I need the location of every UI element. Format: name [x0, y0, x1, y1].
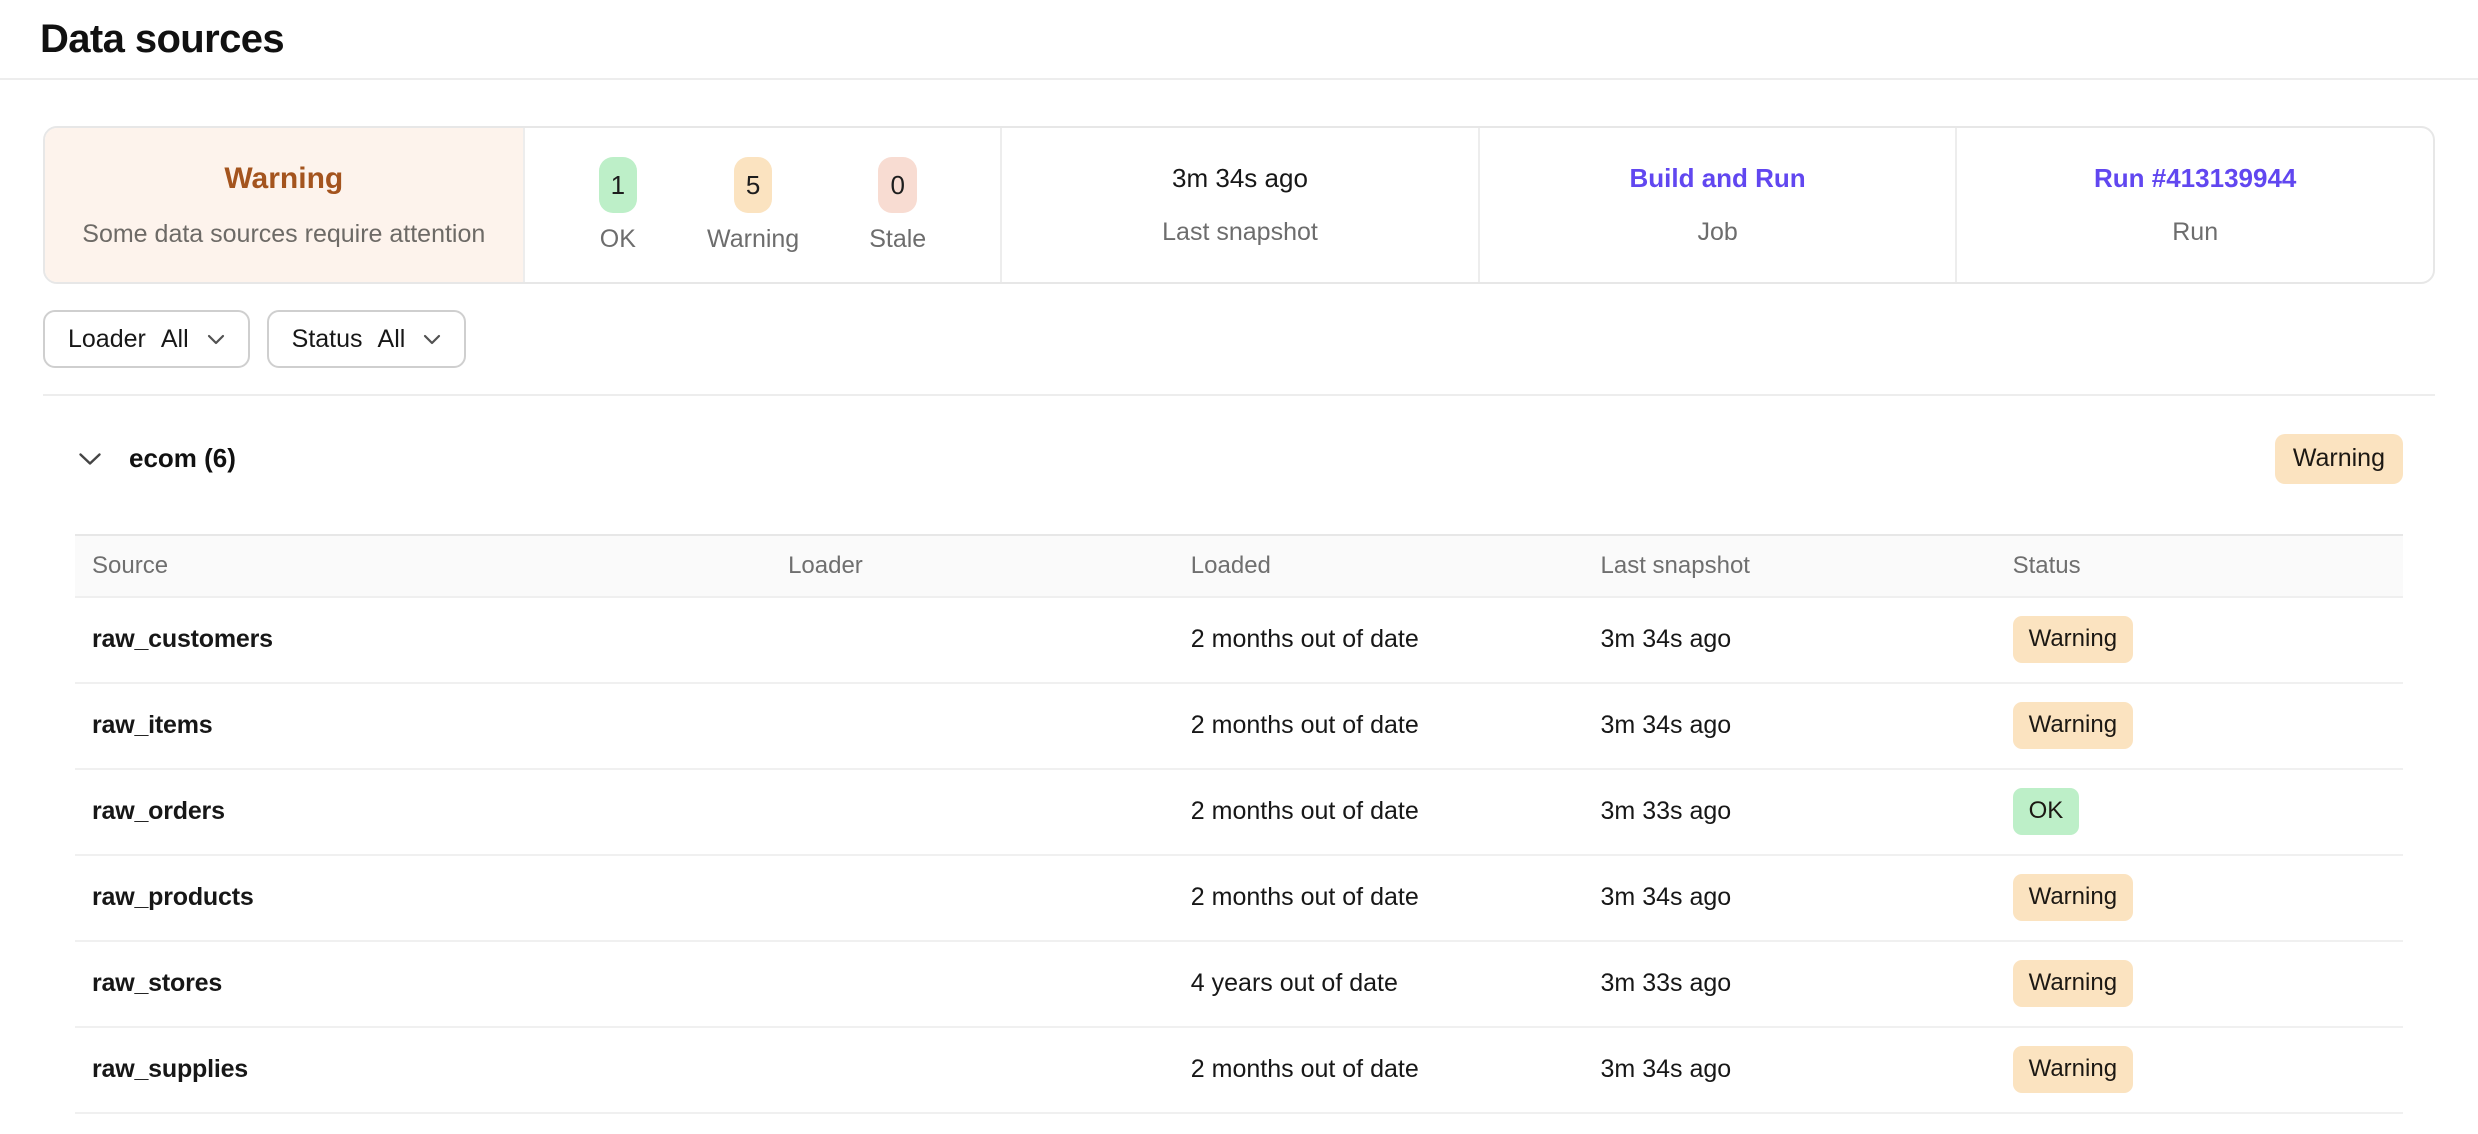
status-filter-label: Status: [292, 325, 363, 354]
last-snapshot-value: 3m 34s ago: [1172, 163, 1308, 194]
summary-cards: Warning Some data sources require attent…: [43, 126, 2435, 284]
overall-status-title: Warning: [224, 162, 343, 196]
loaded-cell: 2 months out of date: [1174, 769, 1584, 855]
run-card: Run #413139944 Run: [1955, 128, 2433, 282]
column-header-status: Status: [1996, 535, 2403, 597]
job-label: Job: [1697, 218, 1737, 247]
status-badge: Warning: [2013, 960, 2133, 1006]
snapshot-cell: 3m 34s ago: [1584, 683, 1996, 769]
group-status-badge: Warning: [2275, 434, 2403, 484]
count-stale: 0 Stale: [869, 157, 926, 254]
column-header-loader: Loader: [771, 535, 1174, 597]
main-content: Warning Some data sources require attent…: [0, 126, 2478, 1114]
status-cell: Warning: [1996, 597, 2403, 683]
loader-cell: [771, 769, 1174, 855]
stale-count-label: Stale: [869, 225, 926, 254]
filters-bar: Loader All Status All: [43, 310, 2435, 368]
status-badge: Warning: [2013, 702, 2133, 748]
table-row[interactable]: raw_items 2 months out of date 3m 34s ag…: [75, 683, 2403, 769]
status-filter-dropdown[interactable]: Status All: [267, 310, 467, 368]
snapshot-cell: 3m 33s ago: [1584, 941, 1996, 1027]
page-title: Data sources: [40, 17, 284, 62]
source-cell: raw_orders: [75, 769, 771, 855]
job-card: Build and Run Job: [1478, 128, 1956, 282]
loaded-cell: 2 months out of date: [1174, 1027, 1584, 1113]
column-header-loaded: Loaded: [1174, 535, 1584, 597]
run-label: Run: [2172, 218, 2218, 247]
column-header-last-snapshot: Last snapshot: [1584, 535, 1996, 597]
column-header-source: Source: [75, 535, 771, 597]
source-cell: raw_stores: [75, 941, 771, 1027]
section-divider: [43, 394, 2435, 396]
count-ok: 1 OK: [599, 157, 637, 254]
status-filter-value: All: [378, 325, 406, 354]
sources-table: Source Loader Loaded Last snapshot Statu…: [75, 534, 2403, 1114]
group-ecom: ecom (6) Warning Source Loader Loaded La…: [75, 434, 2403, 1114]
chevron-down-icon: [207, 334, 225, 345]
snapshot-cell: 3m 34s ago: [1584, 597, 1996, 683]
status-cell: Warning: [1996, 1027, 2403, 1113]
status-cell: OK: [1996, 769, 2403, 855]
status-cell: Warning: [1996, 855, 2403, 941]
loader-filter-value: All: [161, 325, 189, 354]
source-cell: raw_products: [75, 855, 771, 941]
overall-status-card: Warning Some data sources require attent…: [45, 128, 523, 282]
table-row[interactable]: raw_orders 2 months out of date 3m 33s a…: [75, 769, 2403, 855]
snapshot-cell: 3m 34s ago: [1584, 855, 1996, 941]
loader-cell: [771, 597, 1174, 683]
snapshot-cell: 3m 33s ago: [1584, 769, 1996, 855]
table-row[interactable]: raw_products 2 months out of date 3m 34s…: [75, 855, 2403, 941]
status-counts: 1 OK 5 Warning 0 Stale: [599, 157, 927, 254]
chevron-down-icon: [423, 334, 441, 345]
count-warning: 5 Warning: [707, 157, 799, 254]
overall-status-subtitle: Some data sources require attention: [82, 220, 485, 249]
source-cell: raw_supplies: [75, 1027, 771, 1113]
table-row[interactable]: raw_stores 4 years out of date 3m 33s ag…: [75, 941, 2403, 1027]
loaded-cell: 4 years out of date: [1174, 941, 1584, 1027]
group-name: ecom (6): [129, 443, 236, 474]
ok-count-pill: 1: [599, 157, 637, 213]
status-cell: Warning: [1996, 941, 2403, 1027]
loaded-cell: 2 months out of date: [1174, 597, 1584, 683]
source-cell: raw_customers: [75, 597, 771, 683]
status-cell: Warning: [1996, 683, 2403, 769]
page-header: Data sources: [0, 0, 2478, 80]
status-counts-card: 1 OK 5 Warning 0 Stale: [523, 128, 1001, 282]
table-header: Source Loader Loaded Last snapshot Statu…: [75, 535, 2403, 597]
loader-filter-dropdown[interactable]: Loader All: [43, 310, 250, 368]
status-badge: Warning: [2013, 874, 2133, 920]
last-snapshot-card: 3m 34s ago Last snapshot: [1000, 128, 1478, 282]
loader-cell: [771, 1027, 1174, 1113]
stale-count-pill: 0: [878, 157, 916, 213]
loaded-cell: 2 months out of date: [1174, 683, 1584, 769]
ok-count-label: OK: [600, 225, 636, 254]
loader-filter-label: Loader: [68, 325, 146, 354]
snapshot-cell: 3m 34s ago: [1584, 1027, 1996, 1113]
source-cell: raw_items: [75, 683, 771, 769]
chevron-down-icon: [78, 452, 102, 466]
loader-cell: [771, 855, 1174, 941]
loader-cell: [771, 941, 1174, 1027]
table-row[interactable]: raw_supplies 2 months out of date 3m 34s…: [75, 1027, 2403, 1113]
table-row[interactable]: raw_customers 2 months out of date 3m 34…: [75, 597, 2403, 683]
status-badge: Warning: [2013, 616, 2133, 662]
status-badge: Warning: [2013, 1046, 2133, 1092]
status-badge: OK: [2013, 788, 2080, 834]
warning-count-label: Warning: [707, 225, 799, 254]
loaded-cell: 2 months out of date: [1174, 855, 1584, 941]
loader-cell: [771, 683, 1174, 769]
table-body: raw_customers 2 months out of date 3m 34…: [75, 597, 2403, 1113]
run-link[interactable]: Run #413139944: [2094, 163, 2296, 194]
group-ecom-header[interactable]: ecom (6) Warning: [75, 434, 2403, 484]
warning-count-pill: 5: [734, 157, 772, 213]
last-snapshot-label: Last snapshot: [1162, 218, 1318, 247]
job-link[interactable]: Build and Run: [1629, 163, 1805, 194]
